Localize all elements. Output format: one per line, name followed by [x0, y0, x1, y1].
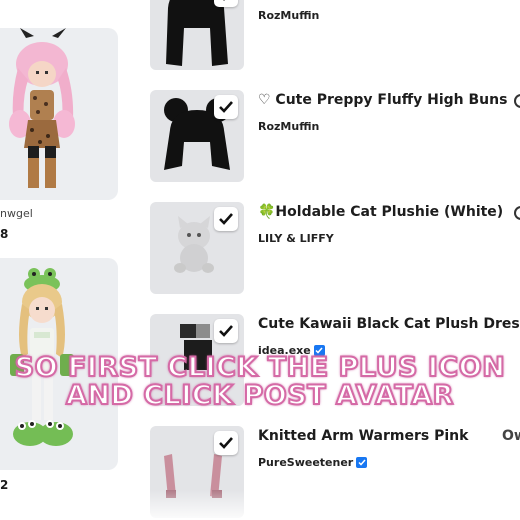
caption-line: AND CLICK POST AVATAR: [65, 379, 454, 412]
item-row-high-buns[interactable]: ♡ Cute Preppy Fluffy High Buns RozMuffin: [150, 90, 520, 182]
item-creator-name[interactable]: LILY & LIFFY: [258, 232, 334, 245]
checkbox-checked-icon[interactable]: [214, 95, 238, 119]
item-title[interactable]: Knitted Arm Warmers Pink: [258, 428, 468, 444]
item-title[interactable]: 🍀Holdable Cat Plushie (White): [258, 204, 503, 220]
item-thumbnail: [150, 0, 244, 70]
avatar-count: 8: [0, 227, 9, 241]
checkbox-checked-icon[interactable]: [214, 207, 238, 231]
item-thumbnail: [150, 90, 244, 182]
checkbox-checked-icon[interactable]: [214, 431, 238, 455]
price-icon: [514, 206, 520, 220]
item-creator-name[interactable]: RozMuffin: [258, 120, 319, 133]
item-title[interactable]: ♡ Cute Preppy Fluffy High Buns: [258, 92, 507, 108]
avatar-card[interactable]: [0, 28, 118, 200]
checkbox-checked-icon[interactable]: [214, 319, 238, 343]
verified-badge-icon: [356, 457, 368, 468]
item-title[interactable]: Cute Kawaii Black Cat Plush Dress: [258, 316, 520, 332]
item-creator-name[interactable]: RozMuffin: [258, 9, 319, 22]
item-thumbnail: [150, 202, 244, 294]
item-row-black-long-hair[interactable]: RozMuffin: [150, 0, 520, 70]
item-creator[interactable]: RozMuffin: [258, 120, 319, 133]
black-hair-icon: [166, 0, 228, 66]
price-text: Ow: [502, 428, 520, 444]
avatar-name: nwgel: [0, 207, 33, 220]
item-row-cat-plushie[interactable]: 🍀Holdable Cat Plushie (White) LILY & LIF…: [150, 202, 520, 294]
checkbox-checked-icon[interactable]: [214, 0, 238, 7]
price-icon: [514, 94, 520, 108]
item-creator[interactable]: RozMuffin: [258, 9, 319, 22]
avatar-figure-pink-hair: [9, 28, 75, 188]
bottom-fade: [0, 490, 520, 520]
item-creator[interactable]: LILY & LIFFY: [258, 232, 334, 245]
item-creator[interactable]: PureSweetener: [258, 456, 368, 469]
caption-line: SO FIRST CLICK THE PLUS ICON: [14, 351, 506, 384]
item-creator-name[interactable]: PureSweetener: [258, 456, 353, 469]
